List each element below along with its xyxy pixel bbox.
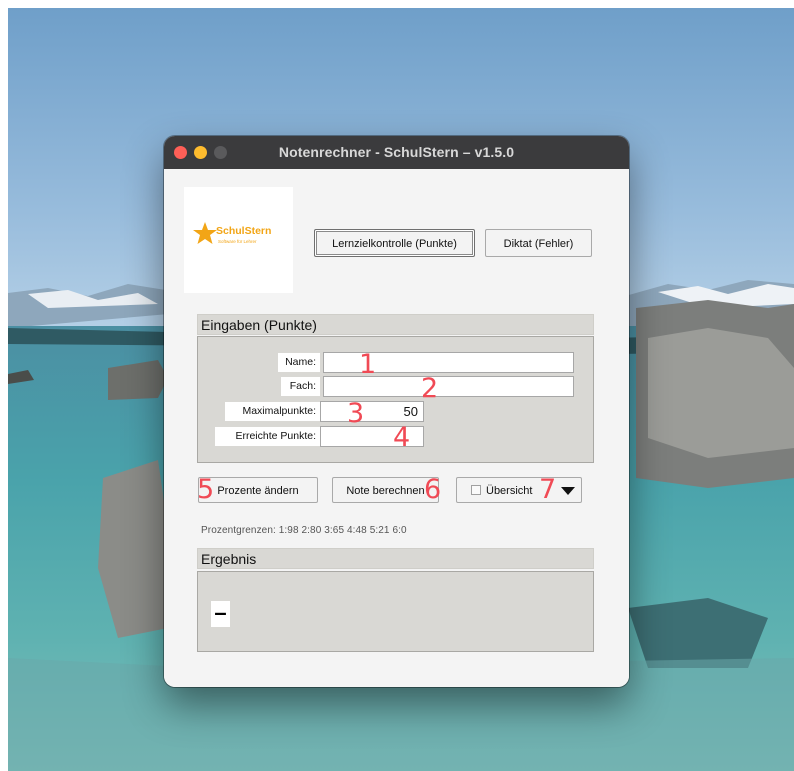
annotation-7: 7: [539, 474, 557, 505]
window-content: SchulStern Software für Lehrer Lernzielk…: [164, 169, 629, 687]
diktat-button[interactable]: Diktat (Fehler): [485, 229, 592, 257]
checkbox-icon[interactable]: [471, 485, 481, 495]
dropdown-arrow-icon[interactable]: [561, 487, 575, 495]
maximalpunkte-label: Maximalpunkte:: [225, 402, 320, 421]
annotation-5: 5: [197, 474, 215, 505]
prozentgrenzen-text: Prozentgrenzen: 1:98 2:80 3:65 4:48 5:21…: [201, 525, 407, 536]
lernzielkontrolle-button[interactable]: Lernzielkontrolle (Punkte): [314, 229, 475, 257]
name-label: Name:: [278, 353, 320, 372]
maximalpunkte-input[interactable]: 50: [320, 401, 424, 422]
app-window: Notenrechner - SchulStern – v1.5.0 Schul…: [164, 136, 629, 687]
prozente-aendern-button[interactable]: Prozente ändern: [198, 477, 318, 503]
star-icon: [193, 222, 217, 244]
logo-brand: SchulStern: [216, 225, 272, 237]
annotation-6: 6: [424, 474, 442, 505]
logo-tagline: Software für Lehrer: [218, 239, 257, 244]
title-bar[interactable]: Notenrechner - SchulStern – v1.5.0: [164, 136, 629, 170]
note-berechnen-button[interactable]: Note berechnen: [332, 477, 439, 503]
ergebnis-value: –: [211, 601, 230, 627]
eingaben-header: Eingaben (Punkte): [197, 314, 594, 335]
schulstern-logo: SchulStern Software für Lehrer: [184, 187, 293, 293]
annotation-4: 4: [393, 422, 411, 453]
annotation-1: 1: [359, 349, 377, 380]
ergebnis-panel: [197, 571, 594, 652]
uebersicht-menubutton[interactable]: Übersicht: [456, 477, 582, 503]
window-title: Notenrechner - SchulStern – v1.5.0: [278, 144, 515, 160]
ergebnis-header: Ergebnis: [197, 548, 594, 569]
uebersicht-label: Übersicht: [486, 485, 533, 497]
annotation-2: 2: [421, 373, 439, 404]
erreichte-punkte-label: Erreichte Punkte:: [215, 427, 320, 446]
annotation-3: 3: [347, 398, 365, 429]
fach-label: Fach:: [281, 377, 320, 396]
